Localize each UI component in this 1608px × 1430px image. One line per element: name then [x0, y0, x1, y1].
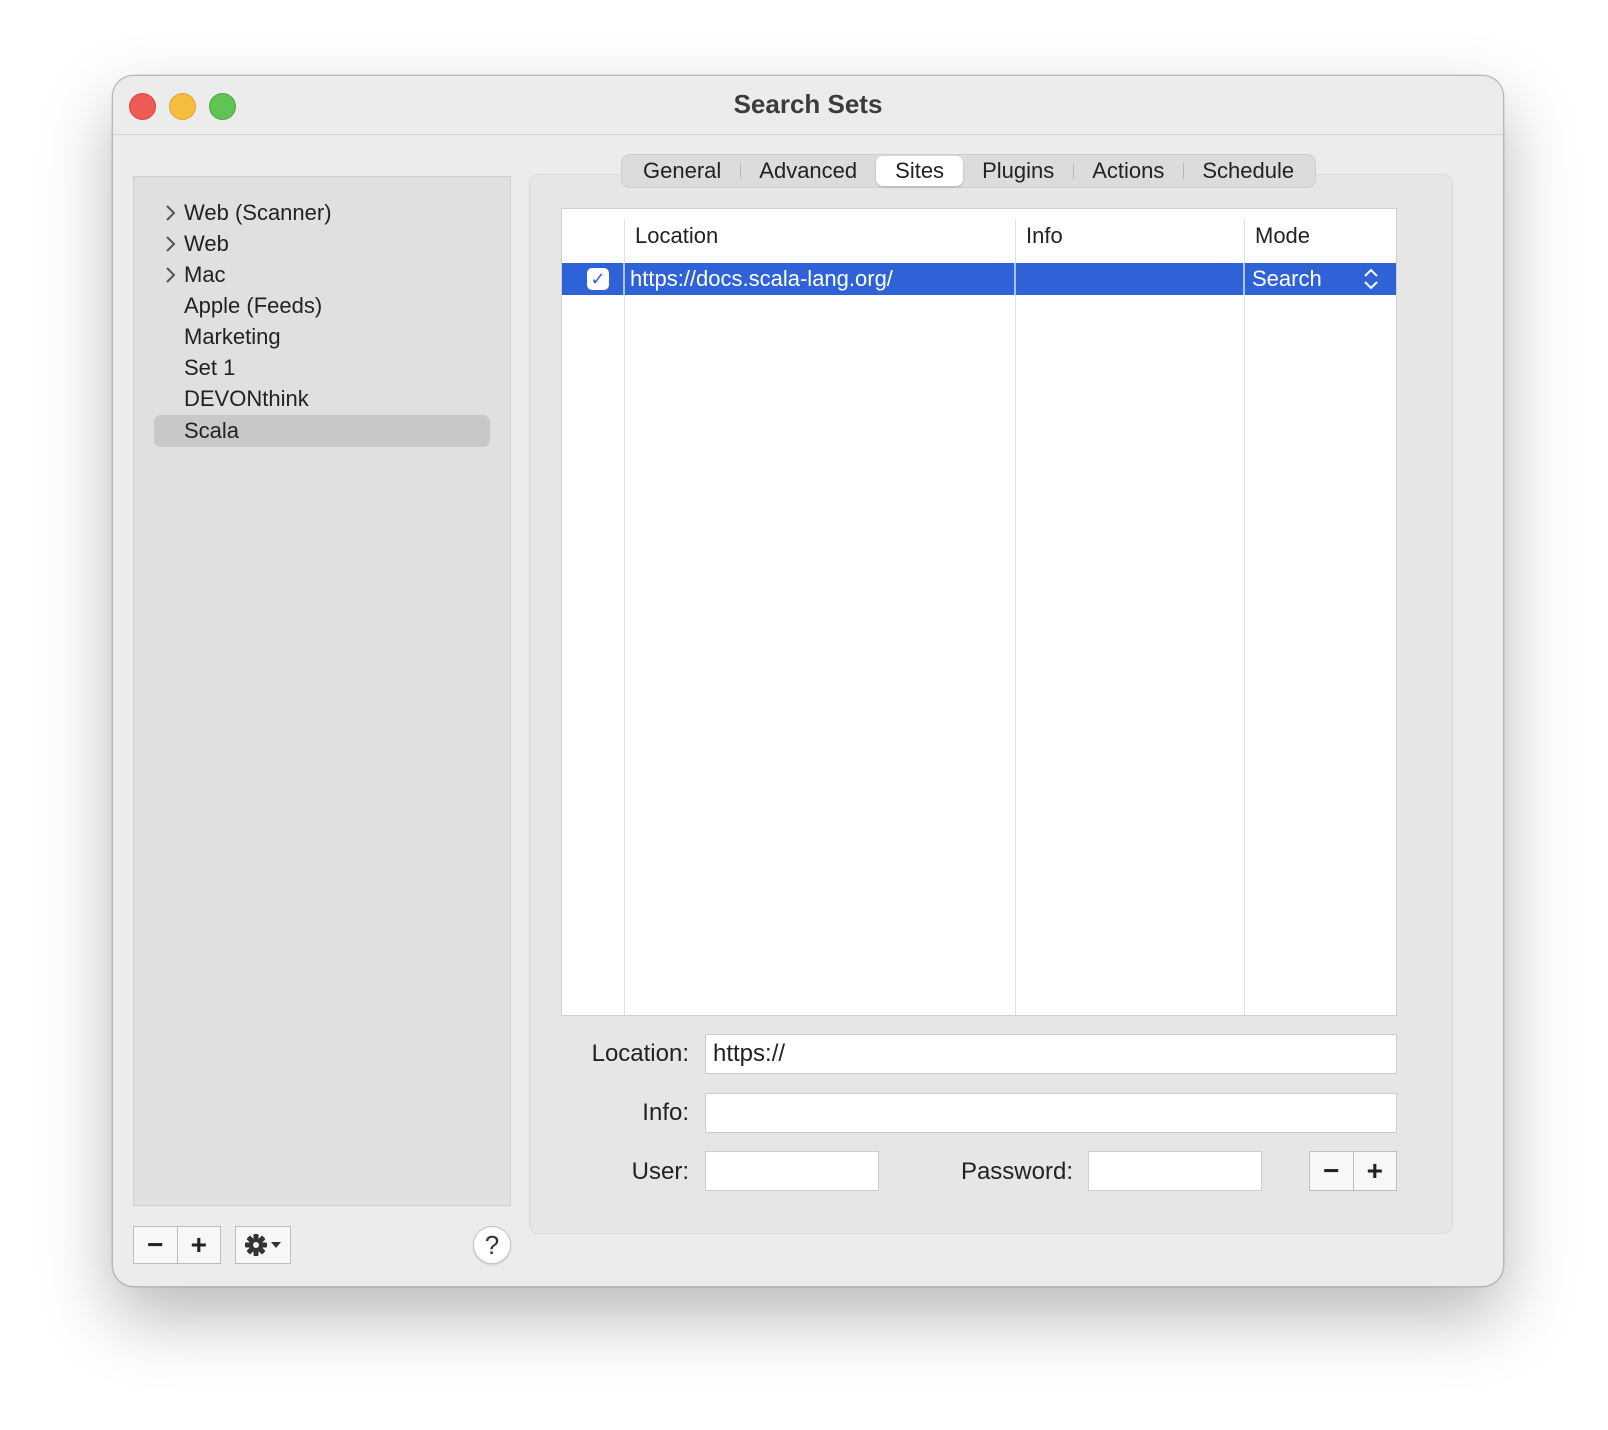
sidebar-item-web[interactable]: Web: [154, 228, 490, 260]
row-divider: [1014, 263, 1016, 295]
title-bar: Search Sets: [113, 76, 1503, 135]
sidebar-item-label: Mac: [184, 262, 226, 287]
sidebar-item-label: Web (Scanner): [184, 200, 332, 225]
column-header-location[interactable]: Location: [635, 223, 718, 249]
add-site-button[interactable]: +: [1352, 1152, 1397, 1190]
location-field[interactable]: https://: [705, 1034, 1397, 1074]
password-field[interactable]: [1088, 1151, 1262, 1191]
sidebar-item-set-1[interactable]: Set 1: [154, 352, 490, 384]
mode-popup[interactable]: Search: [1252, 263, 1392, 295]
search-sets-window: Search Sets Web (Scanner) Web Mac Apple …: [112, 75, 1504, 1287]
remove-set-button[interactable]: −: [134, 1227, 177, 1263]
gear-icon: [236, 1227, 290, 1263]
tab-bar: General Advanced Sites Plugins Actions S…: [621, 154, 1317, 188]
sidebar-item-label: Marketing: [184, 324, 281, 349]
tab-schedule[interactable]: Schedule: [1183, 156, 1313, 186]
column-divider: [624, 219, 625, 1015]
chevron-right-icon[interactable]: [164, 197, 178, 229]
sidebar-add-remove-control: − +: [133, 1226, 221, 1264]
table-row[interactable]: ✓ https://docs.scala-lang.org/ Search: [562, 263, 1396, 295]
site-location-cell: https://docs.scala-lang.org/: [630, 266, 893, 291]
column-header-info[interactable]: Info: [1026, 223, 1063, 249]
row-divider: [623, 263, 625, 295]
tab-actions[interactable]: Actions: [1073, 156, 1183, 186]
sidebar-item-mac[interactable]: Mac: [154, 259, 490, 291]
tab-advanced[interactable]: Advanced: [740, 156, 876, 186]
sidebar-item-scala[interactable]: Scala: [154, 415, 490, 447]
sidebar-item-label: Scala: [184, 418, 240, 443]
remove-site-button[interactable]: −: [1310, 1152, 1353, 1190]
user-field[interactable]: [705, 1151, 879, 1191]
location-label: Location:: [591, 1040, 689, 1067]
up-down-chevron-icon: [1364, 268, 1378, 290]
row-divider: [1243, 263, 1245, 295]
sidebar-item-devonthink[interactable]: DEVONthink: [154, 383, 490, 415]
help-button[interactable]: ?: [473, 1226, 511, 1264]
info-label: Info:: [642, 1099, 689, 1126]
sidebar-item-label: Apple (Feeds): [184, 293, 323, 318]
add-set-button[interactable]: +: [176, 1227, 221, 1263]
password-label: Password:: [960, 1158, 1073, 1185]
chevron-right-icon[interactable]: [164, 259, 178, 291]
sites-table: Location Info Mode ✓ https://docs.scala-…: [561, 208, 1397, 1016]
chevron-right-icon[interactable]: [164, 228, 178, 260]
sidebar-item-label: Web: [184, 231, 229, 256]
column-header-mode[interactable]: Mode: [1255, 223, 1310, 249]
column-divider: [1015, 219, 1016, 1015]
info-field[interactable]: [705, 1093, 1397, 1133]
site-add-remove-control: − +: [1309, 1151, 1397, 1191]
sidebar-item-label: DEVONthink: [184, 386, 309, 411]
tab-sites[interactable]: Sites: [876, 156, 964, 186]
sidebar-item-web-scanner[interactable]: Web (Scanner): [154, 197, 490, 229]
mode-popup-label: Search: [1252, 266, 1322, 291]
tab-general[interactable]: General: [624, 156, 740, 186]
action-menu-button[interactable]: [235, 1226, 291, 1264]
window-title: Search Sets: [733, 89, 883, 119]
search-sets-sidebar: Web (Scanner) Web Mac Apple (Feeds) Mark…: [133, 176, 511, 1206]
sidebar-item-label: Set 1: [184, 355, 236, 380]
user-label: User:: [631, 1158, 689, 1185]
sidebar-item-marketing[interactable]: Marketing: [154, 321, 490, 353]
sidebar-item-apple-feeds[interactable]: Apple (Feeds): [154, 290, 490, 322]
column-divider: [1244, 219, 1245, 1015]
tab-plugins[interactable]: Plugins: [963, 156, 1073, 186]
site-enabled-checkbox[interactable]: ✓: [587, 268, 609, 290]
